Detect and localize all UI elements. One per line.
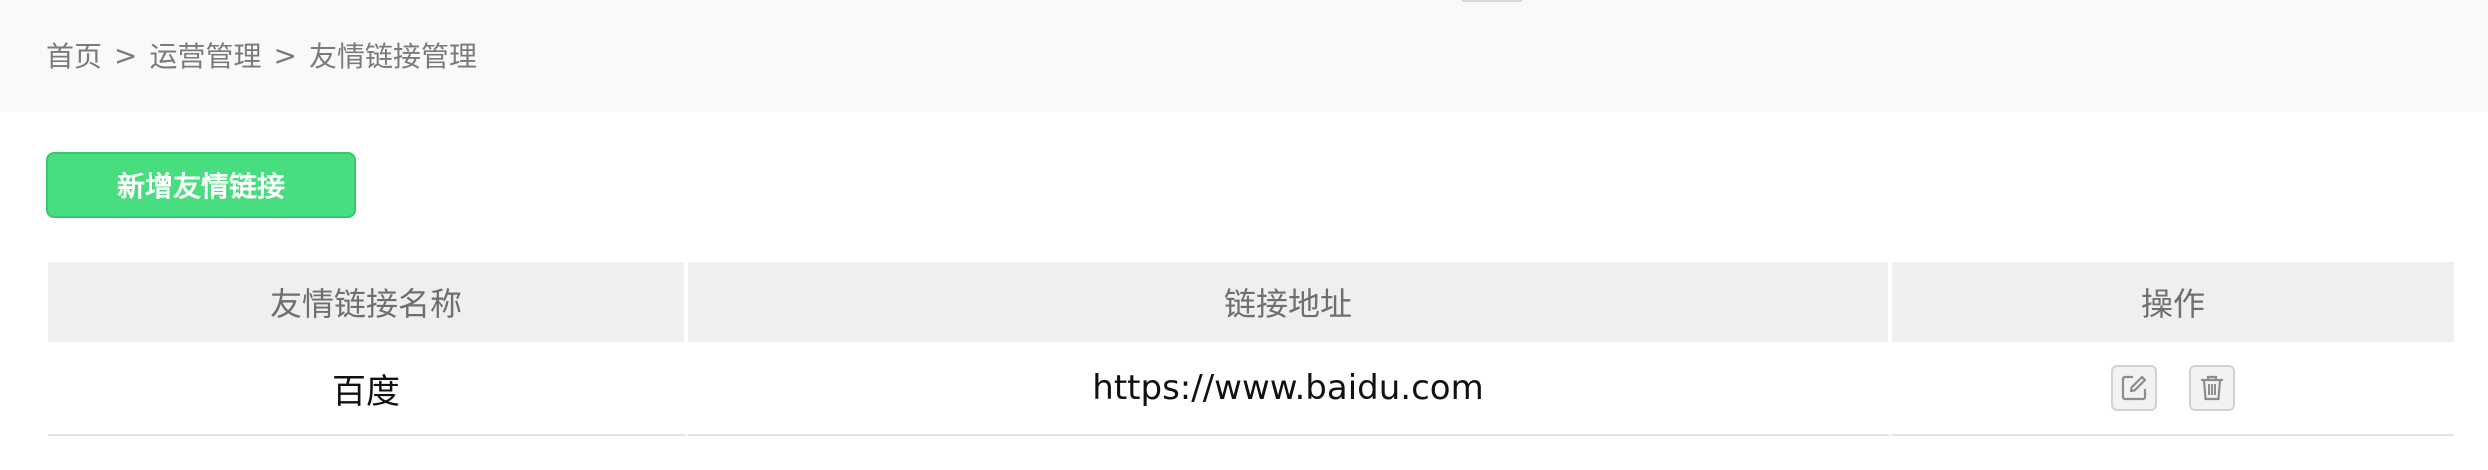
table-header-row: 友情链接名称 链接地址 操作: [48, 262, 2454, 342]
edit-button[interactable]: [2111, 365, 2157, 411]
actions-cell: [1892, 342, 2454, 436]
breadcrumb-separator: >: [114, 38, 138, 72]
table-row: 百度 https://www.baidu.com: [48, 342, 2454, 436]
delete-button[interactable]: [2189, 365, 2235, 411]
breadcrumb-separator: >: [273, 38, 297, 72]
trash-icon: [2201, 375, 2223, 401]
edit-icon: [2121, 375, 2147, 401]
column-header-actions: 操作: [1892, 262, 2454, 342]
breadcrumb-current: 友情链接管理: [308, 40, 477, 73]
link-name-cell: 百度: [48, 342, 688, 436]
breadcrumb: 首页 > 运营管理 > 友情链接管理: [46, 34, 477, 76]
breadcrumb-home[interactable]: 首页: [46, 35, 102, 75]
link-url-cell: https://www.baidu.com: [688, 342, 1892, 436]
top-indicator: [1462, 0, 1522, 2]
add-link-button[interactable]: 新增友情链接: [46, 152, 356, 218]
column-header-url: 链接地址: [688, 262, 1892, 342]
links-table: 友情链接名称 链接地址 操作 百度 https://www.baidu.com: [48, 262, 2454, 436]
column-header-name: 友情链接名称: [48, 262, 688, 342]
breadcrumb-section[interactable]: 运营管理: [149, 35, 261, 75]
